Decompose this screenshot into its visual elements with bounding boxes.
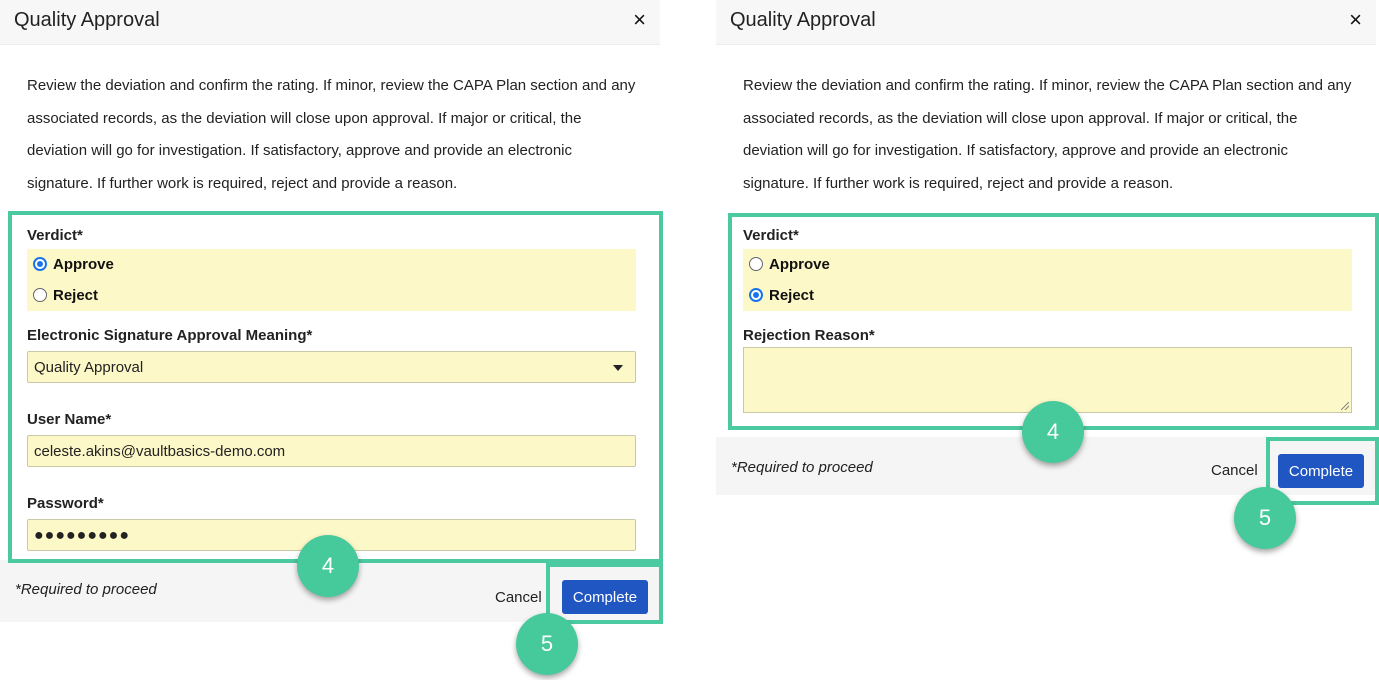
fields-highlight-box (728, 213, 1379, 430)
step-callout-4: 4 (1022, 401, 1084, 463)
description-line: deviation will go for investigation. If … (27, 142, 573, 160)
dialog-header: Quality Approval × (0, 0, 660, 45)
description-line: associated records, as the deviation wil… (743, 109, 1298, 127)
step-callout-5: 5 (516, 613, 578, 675)
step-callout-5: 5 (1234, 487, 1296, 549)
required-note: *Required to proceed (15, 581, 157, 598)
dialog-description: Review the deviation and confirm the rat… (743, 70, 1368, 201)
cancel-button[interactable]: Cancel (1211, 462, 1258, 479)
description-line: deviation will go for investigation. If … (743, 142, 1289, 160)
description-line: Review the deviation and confirm the rat… (743, 77, 1352, 94)
dialog-description: Review the deviation and confirm the rat… (27, 70, 652, 201)
close-icon[interactable]: × (633, 8, 646, 32)
cancel-button[interactable]: Cancel (495, 589, 542, 606)
required-note: *Required to proceed (731, 459, 873, 476)
description-line: signature. If further work is required, … (743, 175, 1174, 193)
fields-highlight-box (8, 211, 663, 563)
complete-highlight-box (546, 563, 663, 624)
description-line: associated records, as the deviation wil… (27, 109, 582, 127)
step-callout-4: 4 (297, 535, 359, 597)
close-icon[interactable]: × (1349, 8, 1362, 32)
dialog-header: Quality Approval × (716, 0, 1376, 45)
description-line: Review the deviation and confirm the rat… (27, 77, 636, 94)
dialog-title: Quality Approval (14, 9, 160, 31)
dialog-title: Quality Approval (730, 9, 876, 31)
description-line: signature. If further work is required, … (27, 175, 458, 193)
